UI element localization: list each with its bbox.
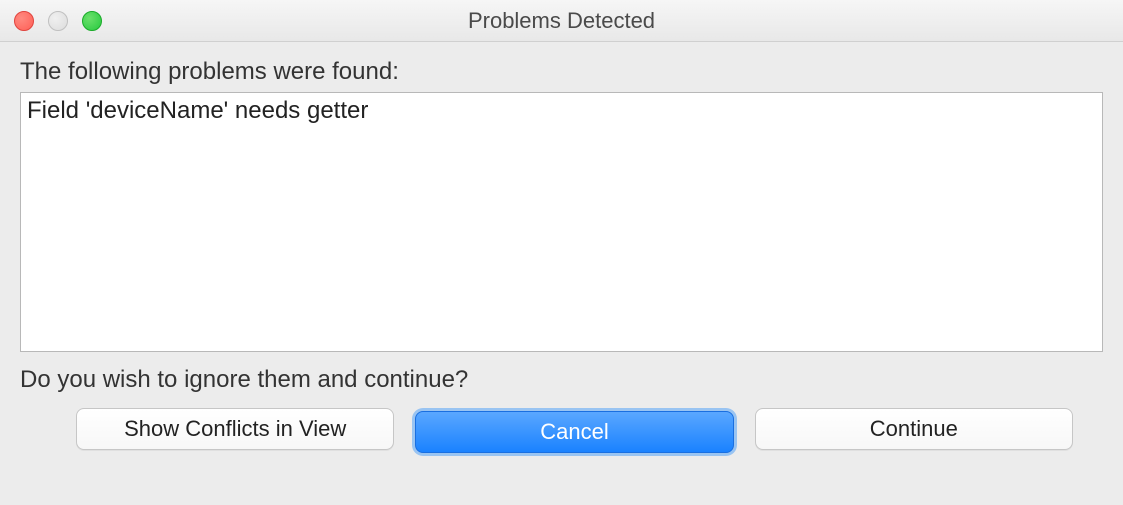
list-item[interactable]: Field 'deviceName' needs getter xyxy=(27,97,1096,125)
button-row: Show Conflicts in View Cancel Continue xyxy=(20,408,1103,456)
show-conflicts-button[interactable]: Show Conflicts in View xyxy=(76,408,394,450)
titlebar: Problems Detected xyxy=(0,0,1123,42)
dialog-content: The following problems were found: Field… xyxy=(0,42,1123,474)
close-icon[interactable] xyxy=(14,11,34,31)
traffic-lights xyxy=(14,11,102,31)
cancel-button-focus-ring: Cancel xyxy=(412,408,736,456)
continue-button[interactable]: Continue xyxy=(755,408,1073,450)
window-title: Problems Detected xyxy=(468,8,655,34)
minimize-icon xyxy=(48,11,68,31)
problems-intro-label: The following problems were found: xyxy=(20,58,1103,86)
problems-list[interactable]: Field 'deviceName' needs getter xyxy=(20,92,1103,352)
zoom-icon[interactable] xyxy=(82,11,102,31)
prompt-label: Do you wish to ignore them and continue? xyxy=(20,366,1103,394)
cancel-button[interactable]: Cancel xyxy=(415,411,733,453)
